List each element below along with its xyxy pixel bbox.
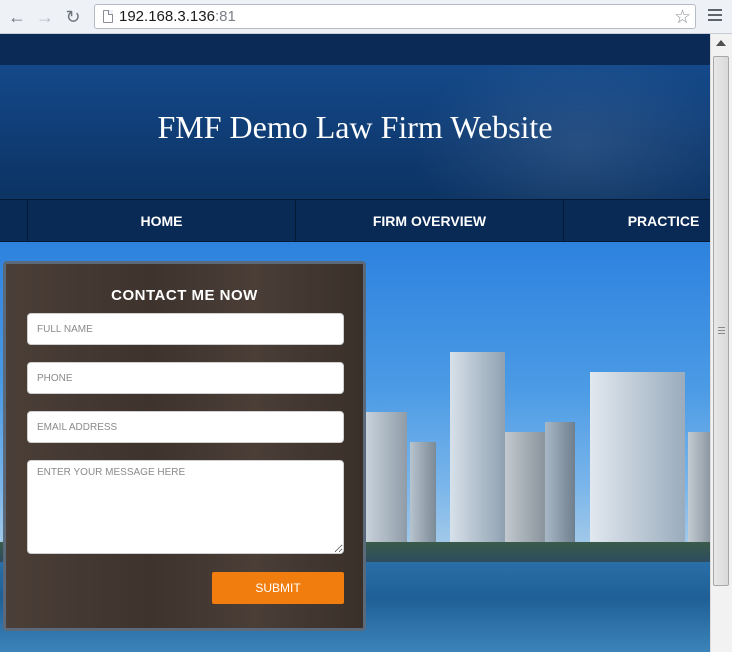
url-text[interactable]: 192.168.3.136:81	[119, 8, 236, 25]
page-icon	[103, 10, 113, 23]
url-host: 192.168.3.136	[119, 8, 215, 25]
forward-icon[interactable]: →	[34, 6, 56, 28]
vertical-scrollbar[interactable]	[710, 34, 732, 652]
url-port: :81	[214, 8, 236, 25]
nav-firm-overview-label: FIRM OVERVIEW	[372, 212, 487, 229]
web-page: FMF Demo Law Firm Website HOME FIRM OVER…	[0, 34, 710, 652]
main-nav: HOME FIRM OVERVIEW PRACTICE	[0, 199, 710, 242]
bookmark-star-icon[interactable]: ☆	[674, 6, 691, 29]
address-bar[interactable]: 192.168.3.136:81 ☆	[94, 4, 696, 29]
scroll-grip-icon	[718, 327, 725, 336]
browser-toolbar: ← → ↻ 192.168.3.136:81 ☆	[0, 0, 732, 34]
back-icon[interactable]: ←	[6, 6, 28, 28]
phone-input[interactable]	[27, 362, 344, 394]
email-input[interactable]	[27, 411, 344, 443]
nav-home-label: HOME	[140, 212, 183, 229]
scroll-thumb[interactable]	[713, 56, 729, 586]
full-name-input[interactable]	[27, 313, 344, 345]
reload-icon[interactable]: ↻	[62, 6, 84, 28]
nav-home[interactable]: HOME	[27, 200, 295, 241]
browser-menu-icon[interactable]	[708, 9, 722, 24]
contact-form: CONTACT ME NOW SUBMIT	[3, 261, 366, 631]
nav-practice-label: PRACTICE	[627, 212, 700, 229]
message-textarea[interactable]	[27, 460, 344, 554]
scroll-up-arrow-icon[interactable]	[716, 40, 726, 46]
submit-button[interactable]: SUBMIT	[212, 572, 344, 604]
top-strip	[0, 34, 710, 65]
site-title: FMF Demo Law Firm Website	[157, 109, 553, 145]
contact-form-title: CONTACT ME NOW	[111, 287, 258, 304]
nav-practice[interactable]: PRACTICE	[563, 200, 710, 241]
site-header: FMF Demo Law Firm Website	[0, 65, 710, 199]
nav-firm-overview[interactable]: FIRM OVERVIEW	[295, 200, 563, 241]
